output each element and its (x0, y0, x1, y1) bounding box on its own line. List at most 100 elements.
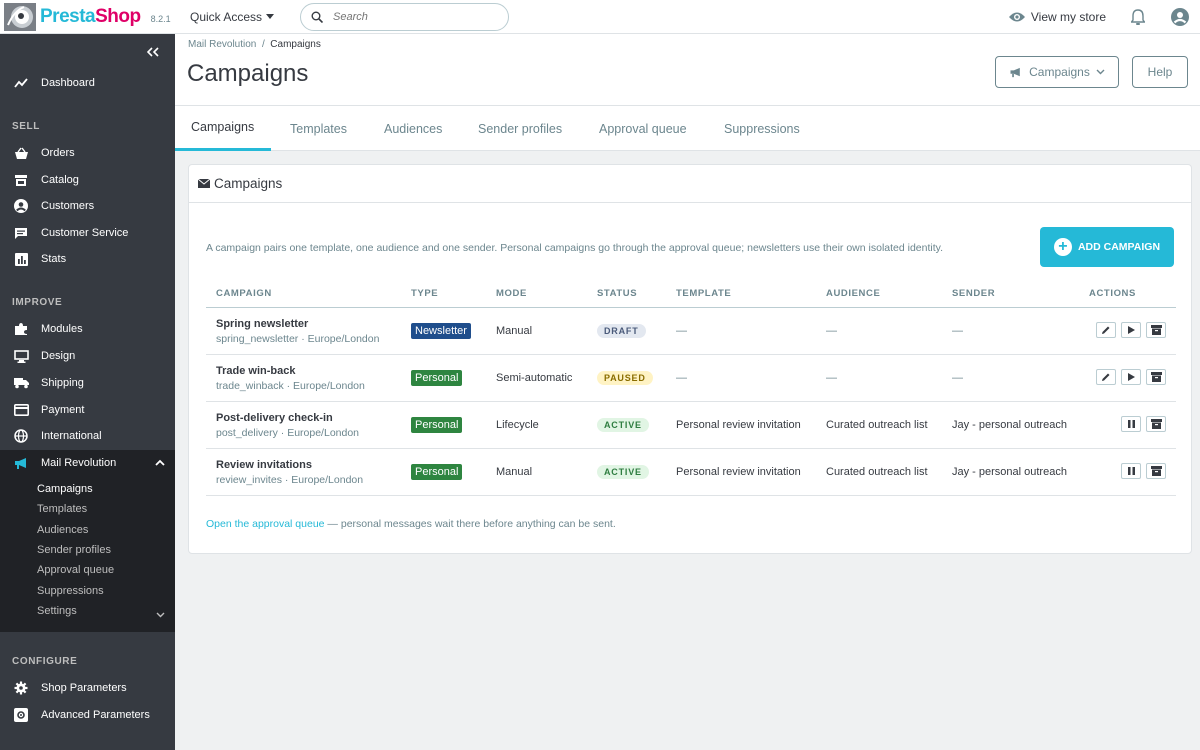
tab-sender-profiles[interactable]: Sender profiles (478, 106, 562, 151)
edit-button[interactable] (1096, 322, 1116, 338)
collapse-sidebar-icon[interactable] (146, 44, 159, 60)
status-badge: PAUSED (597, 371, 653, 385)
sidebar-item-label: Shop Parameters (41, 682, 127, 694)
type-badge: Personal (411, 370, 463, 386)
campaigns-dropdown-button[interactable]: Campaigns (995, 56, 1119, 88)
envelope-icon (198, 179, 210, 188)
page-title: Campaigns (187, 60, 309, 87)
sidebar-item-label: Advanced Parameters (41, 709, 150, 721)
sidebar-item-orders[interactable]: Orders (0, 140, 175, 166)
chevron-up-icon (155, 457, 165, 469)
tab-audiences[interactable]: Audiences (384, 106, 442, 151)
archive-icon (1150, 466, 1162, 476)
type-badge: Personal (411, 417, 463, 433)
edit-button[interactable] (1096, 369, 1116, 385)
add-campaign-label: ADD CAMPAIGN (1077, 241, 1161, 253)
campaign-name[interactable]: Review invitations (216, 459, 363, 471)
top-header: PrestaShop 8.2.1 Quick Access View my st… (0, 0, 1200, 34)
breadcrumb-parent-link[interactable]: Mail Revolution (188, 39, 256, 50)
submenu-item-campaigns[interactable]: Campaigns (37, 483, 93, 495)
bar-chart-icon (13, 251, 29, 267)
chat-icon (13, 225, 29, 241)
view-store-link[interactable]: View my store (1008, 10, 1106, 24)
quick-access-label: Quick Access (190, 9, 263, 24)
archive-button[interactable] (1146, 369, 1166, 385)
submenu-item-approval-queue[interactable]: Approval queue (37, 564, 114, 576)
version-label: 8.2.1 (150, 13, 171, 24)
account-avatar-icon[interactable] (1170, 7, 1190, 27)
sidebar-item-advanced-parameters[interactable]: Advanced Parameters (0, 702, 175, 728)
archive-icon (1150, 419, 1162, 429)
table-row: Spring newsletter spring_newsletter · Eu… (206, 308, 1176, 355)
help-button[interactable]: Help (1132, 56, 1188, 88)
campaign-name[interactable]: Post-delivery check-in (216, 412, 359, 424)
tab-approval-queue[interactable]: Approval queue (599, 106, 687, 151)
column-header-type: TYPE (411, 288, 439, 299)
puzzle-icon (13, 321, 29, 337)
sidebar-item-shipping[interactable]: Shipping (0, 370, 175, 396)
sidebar-item-stats[interactable]: Stats (0, 246, 175, 272)
logo[interactable]: PrestaShop 8.2.1 (0, 0, 178, 34)
sender-value: Jay - personal outreach (952, 466, 1067, 478)
resume-button[interactable] (1121, 369, 1141, 385)
submenu-item-templates[interactable]: Templates (37, 503, 87, 515)
sender-value: — (952, 372, 963, 384)
campaign-slug: trade_winback · Europe/London (216, 380, 365, 392)
column-header-actions: ACTIONS (1089, 288, 1136, 299)
submenu-item-audiences[interactable]: Audiences (37, 524, 88, 536)
archive-button[interactable] (1146, 416, 1166, 432)
search-box[interactable] (300, 2, 510, 31)
mode-value: Manual (496, 325, 533, 337)
sidebar-item-label: Orders (41, 147, 75, 159)
tab-campaigns[interactable]: Campaigns (175, 106, 271, 151)
card-header: Campaigns (189, 165, 1191, 203)
settings-box-icon (13, 707, 29, 723)
sidebar-item-label: Payment (41, 404, 85, 416)
table-row: Review invitations review_invites · Euro… (206, 449, 1176, 496)
help-button-label: Help (1147, 65, 1173, 79)
account-circle-icon (13, 198, 29, 214)
template-value: Personal review invitation (676, 419, 801, 431)
sidebar-item-payment[interactable]: Payment (0, 397, 175, 423)
template-value: — (676, 372, 687, 384)
mode-value: Manual (496, 466, 533, 478)
tab-suppressions[interactable]: Suppressions (724, 106, 800, 151)
campaign-name[interactable]: Spring newsletter (216, 318, 379, 330)
pause-icon (1127, 420, 1135, 428)
archive-button[interactable] (1146, 463, 1166, 479)
submenu-item-suppressions[interactable]: Suppressions (37, 585, 104, 597)
search-input[interactable] (333, 10, 484, 23)
tab-templates[interactable]: Templates (290, 106, 347, 151)
sidebar-item-design[interactable]: Design (0, 343, 175, 369)
quick-access-dropdown[interactable]: Quick Access (190, 9, 275, 24)
campaign-name[interactable]: Trade win-back (216, 365, 365, 377)
sidebar-item-mail-revolution[interactable]: Mail Revolution (0, 450, 175, 476)
add-campaign-button[interactable]: + ADD CAMPAIGN (1040, 227, 1174, 267)
table-row: Post-delivery check-in post_delivery · E… (206, 402, 1176, 449)
sidebar-item-customer-service[interactable]: Customer Service (0, 220, 175, 246)
start-button[interactable] (1121, 322, 1141, 338)
sidebar-item-customers[interactable]: Customers (0, 193, 175, 219)
pause-button[interactable] (1121, 416, 1141, 432)
sidebar-item-label: Stats (41, 253, 67, 265)
sidebar-item-dashboard[interactable]: Dashboard (0, 70, 175, 96)
sidebar: Dashboard SELL Orders Catalog Customers … (0, 34, 175, 750)
pause-button[interactable] (1121, 463, 1141, 479)
breadcrumb: Mail Revolution / Campaigns (188, 39, 321, 50)
submenu-item-sender-profiles[interactable]: Sender profiles (37, 544, 111, 556)
row-actions (1096, 369, 1166, 385)
chevron-down-icon (1096, 69, 1105, 75)
trending-up-icon (13, 75, 29, 91)
mode-value: Semi-automatic (496, 372, 573, 384)
archive-button[interactable] (1146, 322, 1166, 338)
logo-text: PrestaShop (40, 5, 141, 27)
approval-queue-link[interactable]: Open the approval queue (206, 518, 325, 530)
submenu-item-settings[interactable]: Settings (37, 605, 77, 617)
sidebar-item-label: International (41, 430, 102, 442)
sidebar-item-shop-parameters[interactable]: Shop Parameters (0, 675, 175, 701)
sidebar-item-international[interactable]: International (0, 423, 175, 449)
column-header-template: TEMPLATE (676, 288, 732, 299)
sidebar-item-modules[interactable]: Modules (0, 316, 175, 342)
notifications-bell-icon[interactable] (1128, 7, 1148, 27)
sidebar-item-catalog[interactable]: Catalog (0, 167, 175, 193)
